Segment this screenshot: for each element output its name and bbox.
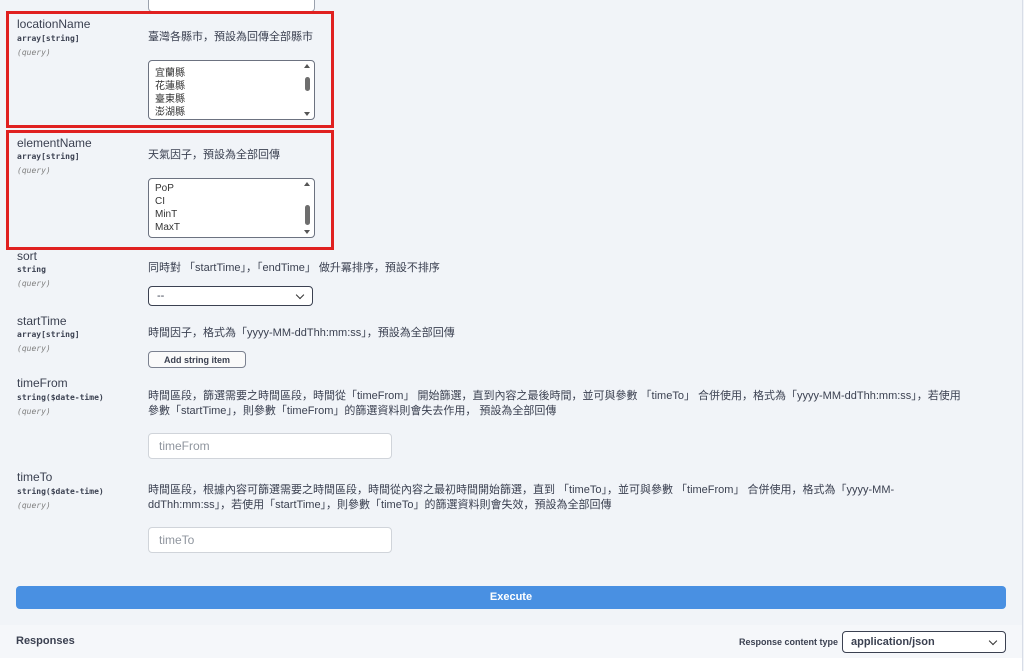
response-content-type-value: application/json <box>851 636 935 648</box>
timeTo-input[interactable]: timeTo <box>148 527 392 553</box>
param-type-sort: string <box>17 265 46 274</box>
param-name-timeFrom: timeFrom <box>17 376 68 390</box>
sort-selected-value: -- <box>157 290 165 302</box>
param-type-timeTo: string($date-time) <box>17 487 104 496</box>
param-desc-sort: 同時對 「startTime」，「endTime」 做升冪排序，預設不排序 <box>148 262 440 274</box>
param-desc-startTime: 時間因子，格式為「yyyy-MM-ddThh:mm:ss」，預設為全部回傳 <box>148 327 455 339</box>
param-in-timeTo: (query) <box>17 501 51 510</box>
param-type-timeFrom: string($date-time) <box>17 393 104 402</box>
response-content-type-select[interactable]: application/json <box>842 631 1006 653</box>
param-name-timeTo: timeTo <box>17 470 53 484</box>
param-desc-timeFrom-line1: 時間區段，篩選需要之時間區段，時間從「timeFrom」 開始篩選，直到內容之最… <box>148 390 961 402</box>
param-in-startTime: (query) <box>17 344 51 353</box>
response-content-type-label: Response content type <box>739 637 839 647</box>
param-name-sort: sort <box>17 249 38 263</box>
chevron-down-icon <box>988 636 998 646</box>
responses-body <box>0 658 1022 671</box>
param-in-timeFrom: (query) <box>17 407 51 416</box>
chevron-down-icon <box>295 290 305 300</box>
responses-title: Responses <box>16 635 75 647</box>
timeFrom-input[interactable]: timeFrom <box>148 433 392 459</box>
sort-select[interactable]: -- <box>148 286 313 306</box>
parameters-panel: locationName array[string] (query) 臺灣各縣市… <box>0 0 1023 671</box>
param-desc-timeTo-line2: ddThh:mm:ss」，若使用「startTime」，則參數「timeTo」的… <box>148 499 612 511</box>
param-desc-timeFrom-line2: 參數「startTime」，則參數「timeFrom」的篩選資料則會失去作用， … <box>148 405 557 417</box>
param-name-startTime: startTime <box>17 314 67 328</box>
param-in-sort: (query) <box>17 279 51 288</box>
param-desc-timeTo-line1: 時間區段，根據內容可篩選需要之時間區段，時間從內容之最初時間開始篩選，直到 「t… <box>148 484 895 496</box>
param-type-startTime: array[string] <box>17 330 80 339</box>
highlight-box-locationName <box>6 11 334 128</box>
add-string-item-button[interactable]: Add string item <box>148 351 246 368</box>
highlight-box-elementName <box>6 130 334 250</box>
execute-button[interactable]: Execute <box>16 586 1006 609</box>
